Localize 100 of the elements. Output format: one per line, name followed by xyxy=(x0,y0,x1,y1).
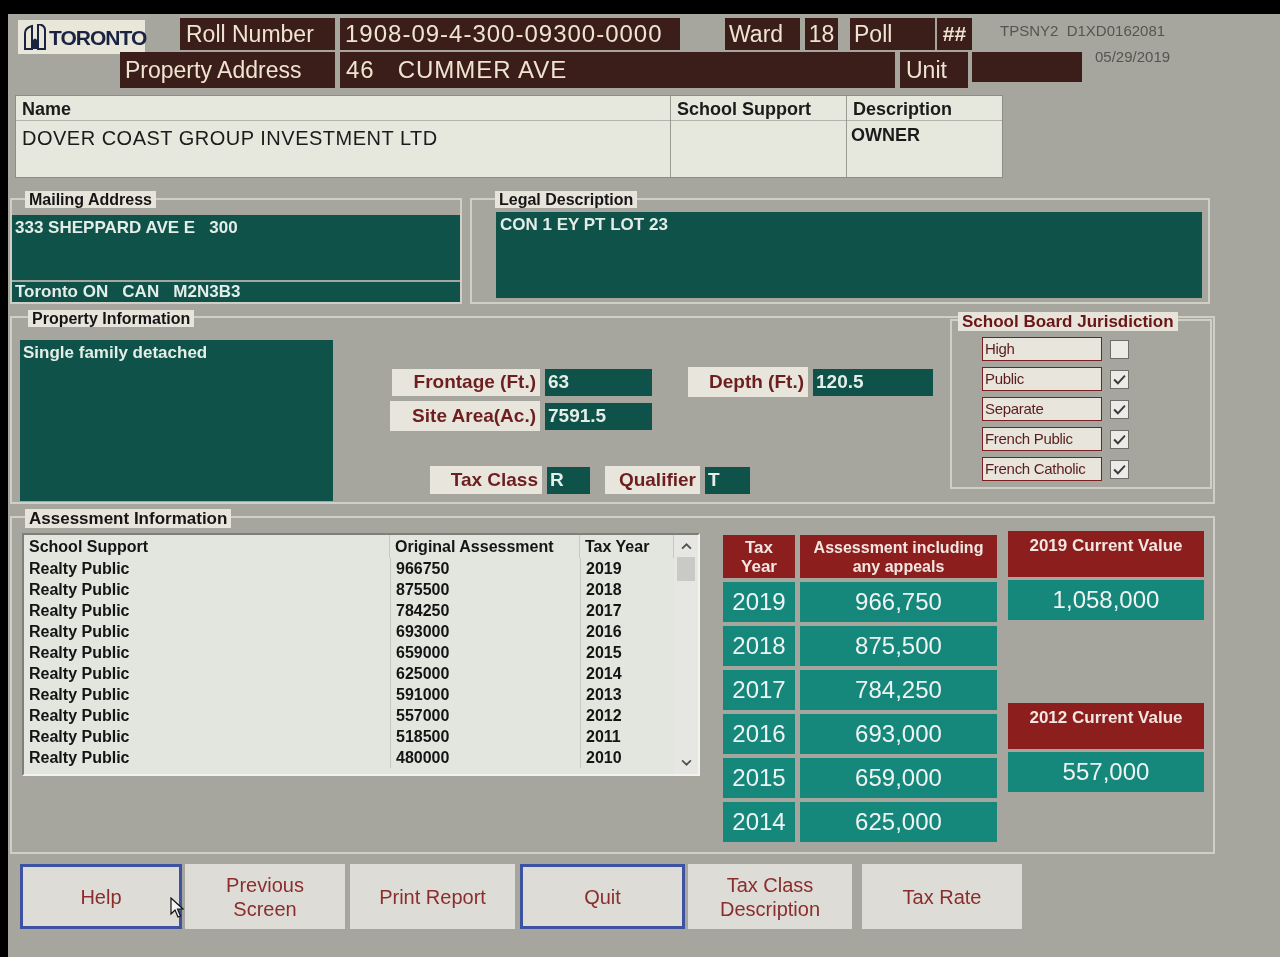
action-button[interactable]: Print Report xyxy=(350,864,515,929)
table-cell-text: Realty Public xyxy=(28,580,131,600)
year-cell: 2014 xyxy=(723,802,795,842)
legal-description-field[interactable]: CON 1 EY PT LOT 23 xyxy=(496,212,1202,298)
column-header: Tax Year xyxy=(723,535,795,578)
jurisdiction-label: French Public xyxy=(982,427,1102,451)
year-cell: 2017 xyxy=(723,670,795,710)
table-cell-text: Realty Public xyxy=(28,685,131,705)
mouse-pointer-icon xyxy=(170,897,184,919)
property-address-value: 46 CUMMER AVE xyxy=(340,52,895,88)
assessment-cell: 659,000 xyxy=(800,758,997,798)
unit-label: Unit xyxy=(900,52,968,88)
owner-name: DOVER COAST GROUP INVESTMENT LTD xyxy=(21,126,439,151)
building-icon xyxy=(24,24,46,50)
group-title: Legal Description xyxy=(495,191,638,208)
assessment-cell: 784,250 xyxy=(800,670,997,710)
table-cell-text: Realty Public xyxy=(28,622,131,642)
ward-label: Ward xyxy=(725,18,800,50)
field-label: Site Area(Ac.) xyxy=(390,401,540,431)
property-type-field[interactable]: Single family detached xyxy=(20,340,333,501)
assessment-cell: 625,000 xyxy=(800,802,997,842)
roll-number-value: 1908-09-4-300-09300-0000 xyxy=(340,18,680,50)
table-cell: 693000 xyxy=(390,621,580,642)
table-cell-text: Realty Public xyxy=(28,601,131,621)
site-area-field[interactable]: 7591.5 xyxy=(545,402,652,430)
current-value-cell: 1,058,000 xyxy=(1008,580,1204,620)
current-value-cell: 557,000 xyxy=(1008,752,1204,792)
table-cell: 518500 xyxy=(390,726,580,747)
frontage-field[interactable]: 63 xyxy=(545,368,652,396)
roll-number-label: Roll Number xyxy=(180,18,335,50)
owner-description: OWNER xyxy=(850,124,921,147)
assessment-list[interactable] xyxy=(22,533,700,776)
depth-field[interactable]: 120.5 xyxy=(813,368,933,396)
table-cell-text: Realty Public xyxy=(28,748,131,768)
table-cell: 875500 xyxy=(390,579,580,600)
jurisdiction-label: French Catholic xyxy=(982,457,1102,481)
table-cell-text: Realty Public xyxy=(28,706,131,726)
poll-label: Poll xyxy=(850,18,935,50)
table-cell: 966750 xyxy=(390,558,580,579)
table-cell-text: Realty Public xyxy=(28,643,131,663)
action-button[interactable]: Quit xyxy=(520,864,685,929)
action-button[interactable]: Help xyxy=(20,864,182,929)
checkmark-icon xyxy=(1113,403,1126,415)
column-header: School Support xyxy=(677,98,811,120)
jurisdiction-label: High xyxy=(982,337,1102,361)
table-cell: 480000 xyxy=(390,747,580,768)
table-cell-text: Realty Public xyxy=(28,727,131,747)
column-header[interactable]: Original Assessment xyxy=(390,535,580,558)
field-label: Tax Class xyxy=(430,466,542,494)
field-label: Depth (Ft.) xyxy=(688,367,808,397)
table-cell: 557000 xyxy=(390,705,580,726)
chevron-down-icon[interactable] xyxy=(680,759,692,766)
column-header: Name xyxy=(22,98,72,120)
field-label: Frontage (Ft.) xyxy=(392,368,540,396)
action-button[interactable]: Tax Rate xyxy=(862,864,1022,929)
year-cell: 2015 xyxy=(723,758,795,798)
tax-class-field[interactable]: R xyxy=(547,466,590,494)
checkbox[interactable] xyxy=(1110,399,1129,419)
city-field[interactable]: Toronto ON CAN M2N3B3 xyxy=(12,282,460,302)
chevron-up-icon[interactable] xyxy=(680,543,692,550)
action-button[interactable]: Tax Class Description xyxy=(688,864,852,929)
jurisdiction-label: Public xyxy=(982,367,1102,391)
date-text: 05/29/2019 xyxy=(1095,47,1171,67)
checkbox[interactable] xyxy=(1110,369,1129,389)
table-cell-text: Realty Public xyxy=(28,559,131,579)
year-cell: 2019 xyxy=(723,582,795,622)
poll-value: ## xyxy=(937,18,972,50)
group-title: Property Information xyxy=(28,310,195,327)
checkmark-icon xyxy=(1113,463,1126,475)
checkmark-icon xyxy=(1113,373,1126,385)
jurisdiction-label: Separate xyxy=(982,397,1102,421)
table-cell: 659000 xyxy=(390,642,580,663)
field-label: Qualifier xyxy=(605,466,700,494)
action-button[interactable]: Previous Screen xyxy=(185,864,345,929)
year-cell: 2018 xyxy=(723,626,795,666)
checkmark-icon xyxy=(1113,433,1126,445)
property-address-label: Property Address xyxy=(120,52,335,88)
street-field[interactable]: 333 SHEPPARD AVE E 300 xyxy=(12,215,460,280)
table-cell: 591000 xyxy=(390,684,580,705)
checkbox[interactable] xyxy=(1110,429,1129,449)
assessment-cell: 693,000 xyxy=(800,714,997,754)
table-cell: 625000 xyxy=(390,663,580,684)
table-cell-text: Realty Public xyxy=(28,664,131,684)
ward-value: 18 xyxy=(805,18,838,50)
year-cell: 2016 xyxy=(723,714,795,754)
assessment-cell: 875,500 xyxy=(800,626,997,666)
checkbox[interactable] xyxy=(1110,459,1129,479)
group-title: Assessment Information xyxy=(25,509,232,528)
scroll-thumb[interactable] xyxy=(677,557,695,581)
column-header[interactable]: School Support xyxy=(24,535,390,558)
current-value-header: 2012 Current Value xyxy=(1008,703,1204,749)
group-title: Mailing Address xyxy=(25,191,156,208)
column-header: Description xyxy=(853,98,953,120)
qualifier-field[interactable]: T xyxy=(705,466,750,494)
checkbox[interactable] xyxy=(1110,339,1129,359)
terminal-id: TPSNY2 D1XD0162081 xyxy=(1000,21,1166,41)
column-header: Assessment including any appeals xyxy=(800,535,997,578)
assessment-cell: 966,750 xyxy=(800,582,997,622)
logo-wordmark: TORONTO xyxy=(49,26,147,48)
current-value-header: 2019 Current Value xyxy=(1008,531,1204,577)
